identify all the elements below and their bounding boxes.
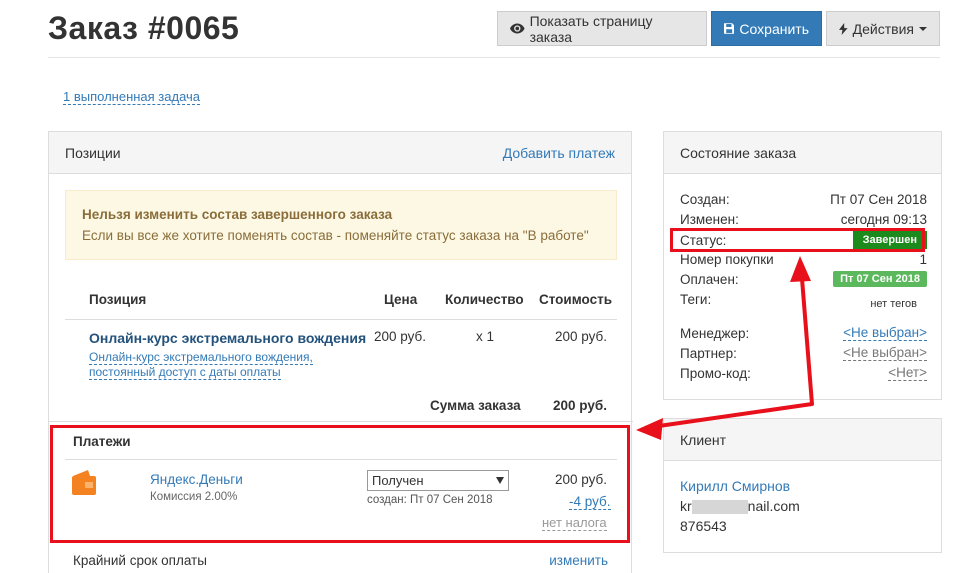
- state-row-manager: Менеджер: <Не выбран>: [680, 323, 927, 343]
- partner-select-link[interactable]: <Не выбран>: [843, 345, 927, 361]
- payments-title: Платежи: [73, 434, 131, 449]
- save-button[interactable]: Сохранить: [711, 11, 822, 46]
- warning-alert: Нельзя изменить состав завершенного зака…: [65, 190, 617, 260]
- payment-commission: -4 руб.: [569, 494, 611, 510]
- created-value: Пт 07 Сен 2018: [830, 191, 927, 207]
- positions-panel-header: Позиции Добавить платеж: [49, 132, 631, 174]
- state-row-status: Статус: Завершен: [680, 230, 927, 250]
- page-title: Заказ #0065: [48, 10, 240, 46]
- actions-dropdown-button[interactable]: Действия: [826, 11, 940, 46]
- column-header-price: Цена: [384, 292, 418, 307]
- chevron-down-icon: [496, 477, 504, 484]
- column-header-cost: Стоимость: [539, 292, 613, 307]
- purchase-value: 1: [919, 251, 927, 267]
- order-state-title: Состояние заказа: [680, 144, 797, 161]
- order-state-header: Состояние заказа: [664, 132, 941, 174]
- actions-label: Действия: [852, 20, 914, 37]
- payment-amount: 200 руб.: [555, 472, 608, 487]
- manager-label: Менеджер:: [680, 325, 750, 341]
- order-total-value: 200 руб.: [553, 398, 607, 413]
- state-row-promo: Промо-код: <Нет>: [680, 363, 927, 383]
- paid-badge: Пт 07 Сен 2018: [833, 271, 927, 287]
- payment-method-name[interactable]: Яндекс.Деньги: [150, 472, 243, 487]
- change-deadline-link[interactable]: изменить: [549, 553, 608, 568]
- redacted-blur: [691, 500, 748, 515]
- state-row-created: Создан: Пт 07 Сен 2018: [680, 189, 927, 209]
- chevron-down-icon: [919, 26, 927, 31]
- payment-status-select[interactable]: Получен: [367, 470, 509, 491]
- warning-text: Если вы все же хотите поменять состав - …: [82, 228, 589, 243]
- save-label: Сохранить: [739, 20, 809, 37]
- show-order-page-label: Показать страницу заказа: [529, 12, 653, 45]
- client-panel-header: Клиент: [664, 419, 941, 461]
- payment-commission-link[interactable]: -4 руб.: [569, 494, 611, 510]
- client-name-link[interactable]: Кирилл Смирнов: [680, 478, 790, 494]
- tags-label: Теги:: [680, 291, 712, 307]
- completed-tasks-link[interactable]: 1 выполненная задача: [63, 89, 201, 105]
- eye-icon: [510, 23, 525, 34]
- payment-deadline-label: Крайний срок оплаты: [73, 553, 207, 568]
- order-state-panel: Состояние заказа Создан: Пт 07 Сен 2018 …: [663, 131, 942, 400]
- positions-title: Позиции: [65, 144, 121, 161]
- payment-created: создан: Пт 07 Сен 2018: [367, 494, 493, 506]
- warning-title: Нельзя изменить состав завершенного зака…: [82, 207, 393, 222]
- item-quantity: x 1: [476, 329, 495, 344]
- header-divider: [48, 57, 940, 58]
- manager-select-link[interactable]: <Не выбран>: [843, 325, 927, 341]
- column-header-position: Позиция: [89, 292, 147, 307]
- changed-label: Изменен:: [680, 211, 739, 227]
- client-email-end: nail.com: [747, 498, 800, 514]
- show-order-page-button[interactable]: Показать страницу заказа: [497, 11, 707, 46]
- product-description-line1: Онлайн-курс экстремального вождения,: [89, 350, 313, 365]
- state-row-tags: Теги: нет тегов: [680, 289, 927, 311]
- status-label: Статус:: [680, 232, 727, 248]
- created-label: Создан:: [680, 191, 730, 207]
- payments-divider: [49, 421, 633, 422]
- payment-tax-link[interactable]: нет налога: [542, 515, 607, 531]
- arrow-head-left-icon: [636, 418, 663, 440]
- client-panel: Клиент Кирилл Смирнов kr nail.com 876543: [663, 418, 942, 553]
- positions-panel: Позиции Добавить платеж Нельзя изменить …: [48, 131, 633, 573]
- add-payment-link[interactable]: Добавить платеж: [503, 145, 615, 161]
- table-header-divider: [65, 319, 617, 320]
- purchase-label: Номер покупки: [680, 251, 774, 267]
- state-row-partner: Партнер: <Не выбран>: [680, 343, 927, 363]
- state-row-changed: Изменен: сегодня 09:13: [680, 209, 927, 229]
- payment-fee: Комиссия 2.00%: [150, 491, 238, 503]
- column-header-quantity: Количество: [445, 292, 524, 307]
- state-row-paid: Оплачен: Пт 07 Сен 2018: [680, 269, 927, 289]
- client-email-start: kr: [680, 498, 692, 514]
- order-total-label: Сумма заказа: [430, 398, 521, 413]
- client-email: kr nail.com: [680, 498, 800, 515]
- item-price: 200 руб.: [374, 329, 427, 344]
- client-title: Клиент: [680, 431, 727, 448]
- status-badge[interactable]: Завершен: [852, 231, 927, 249]
- lightning-icon: [839, 22, 848, 35]
- product-description[interactable]: Онлайн-курс экстремального вождения, пос…: [89, 350, 313, 380]
- product-name-link[interactable]: Онлайн-курс экстремального вождения: [89, 330, 366, 346]
- payment-status-value: Получен: [372, 473, 424, 488]
- tags-value[interactable]: нет тегов: [870, 298, 917, 310]
- product-description-line2: постоянный доступ с даты оплаты: [89, 365, 281, 380]
- promo-label: Промо-код:: [680, 365, 751, 381]
- item-cost: 200 руб.: [555, 329, 608, 344]
- partner-label: Партнер:: [680, 345, 737, 361]
- floppy-disk-icon: [724, 23, 735, 34]
- paid-label: Оплачен:: [680, 271, 739, 287]
- changed-value: сегодня 09:13: [840, 211, 927, 227]
- promo-select-link[interactable]: <Нет>: [888, 365, 927, 381]
- client-phone: 876543: [680, 518, 727, 534]
- yandex-money-icon: [72, 470, 96, 495]
- payment-tax: нет налога: [542, 515, 607, 531]
- state-row-purchase: Номер покупки 1: [680, 249, 927, 269]
- payments-header-divider: [65, 459, 617, 460]
